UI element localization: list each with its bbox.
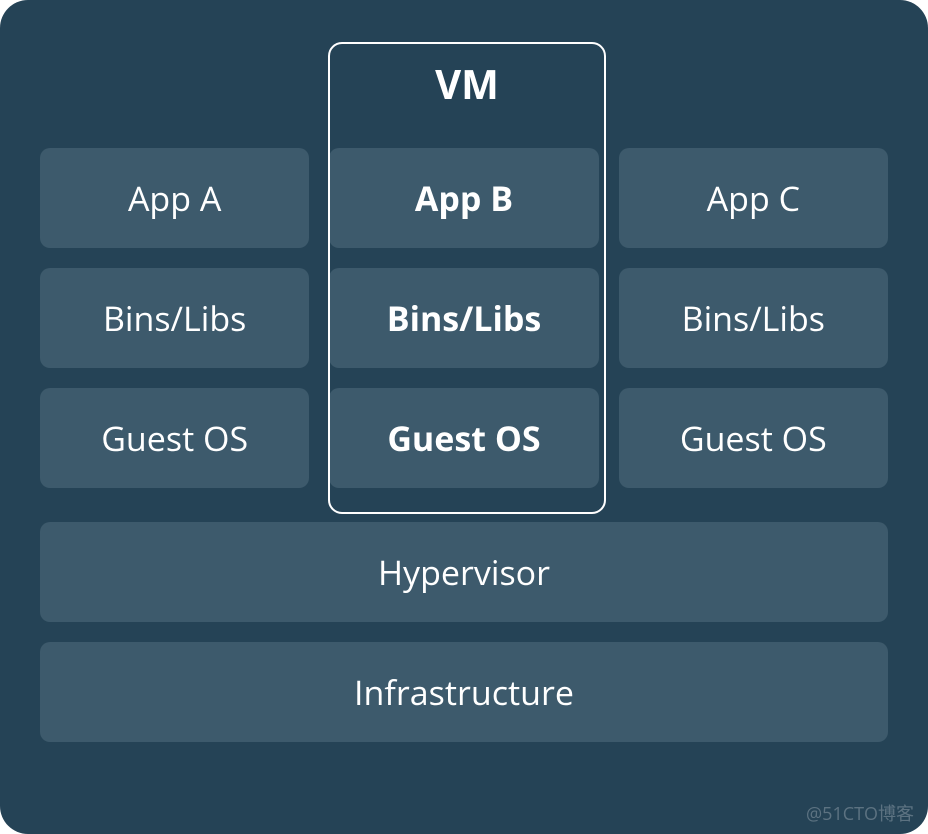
os-cell-a: Guest OS xyxy=(40,388,309,488)
app-row: App A App B App C xyxy=(40,148,888,248)
app-cell-b: App B xyxy=(329,148,598,248)
bins-libs-row: Bins/Libs Bins/Libs Bins/Libs xyxy=(40,268,888,368)
watermark-text: @51CTO博客 xyxy=(806,800,914,826)
bins-cell-b: Bins/Libs xyxy=(329,268,598,368)
os-cell-b: Guest OS xyxy=(329,388,598,488)
bins-cell-c: Bins/Libs xyxy=(619,268,888,368)
hypervisor-layer: Hypervisor xyxy=(40,522,888,622)
vm-header-label: VM xyxy=(328,56,606,111)
bins-cell-a: Bins/Libs xyxy=(40,268,309,368)
guest-os-row: Guest OS Guest OS Guest OS xyxy=(40,388,888,488)
app-cell-a: App A xyxy=(40,148,309,248)
vm-architecture-diagram: VM App A App B App C Bins/Libs Bins/Libs… xyxy=(0,0,928,834)
os-cell-c: Guest OS xyxy=(619,388,888,488)
app-cell-c: App C xyxy=(619,148,888,248)
infrastructure-layer: Infrastructure xyxy=(40,642,888,742)
